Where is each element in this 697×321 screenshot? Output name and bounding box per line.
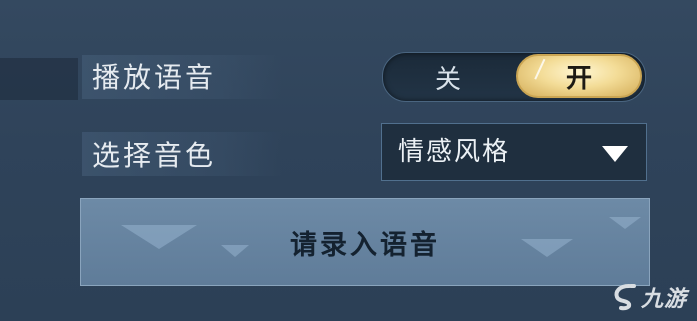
toggle-off-option[interactable]: 关 (383, 53, 513, 101)
left-edge-strip (0, 58, 78, 100)
settings-panel: 播放语音 选择音色 关 开 情感风格 请录入语音 九游 (0, 0, 697, 321)
watermark: 九游 (611, 281, 687, 313)
voice-tone-label: 选择音色 (92, 139, 217, 172)
sparkle-icon (534, 58, 562, 88)
toggle-on-label: 开 (565, 63, 592, 94)
voice-tone-dropdown[interactable]: 情感风格 (381, 123, 647, 181)
watermark-text: 九游 (640, 287, 687, 312)
jiuyou-logo-icon (614, 284, 636, 311)
record-voice-label: 请录入语音 (290, 229, 440, 261)
record-voice-button[interactable]: 请录入语音 (80, 198, 650, 286)
toggle-on-option[interactable]: 开 (516, 54, 642, 98)
voice-playback-toggle[interactable]: 关 开 (382, 52, 646, 102)
triangle-down-icon[interactable] (602, 146, 628, 162)
voice-tone-selected-value: 情感风格 (398, 137, 511, 167)
voice-playback-label: 播放语音 (92, 61, 217, 94)
